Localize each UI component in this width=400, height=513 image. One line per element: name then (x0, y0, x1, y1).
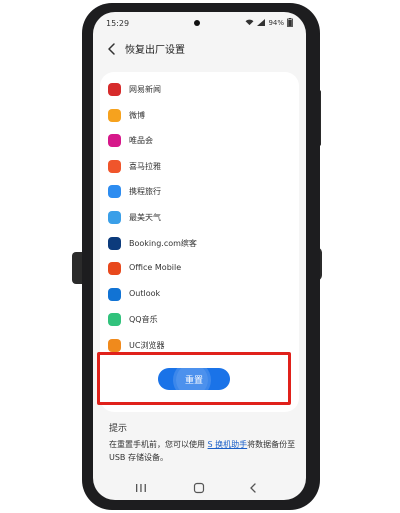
app-list-item: Office Mobile (100, 259, 299, 279)
signal-icon (257, 19, 266, 26)
outlook-icon (108, 287, 121, 301)
app-name: QQ音乐 (129, 315, 158, 325)
weather-icon (108, 211, 121, 224)
back-button[interactable] (105, 41, 119, 57)
home-button[interactable] (191, 480, 207, 494)
weibo-icon (108, 108, 121, 122)
app-list-item: 喜马拉雅 (100, 157, 299, 177)
status-icons: 94% (245, 18, 293, 27)
front-camera (194, 20, 200, 26)
app-name: Office Mobile (129, 263, 182, 273)
app-list-item: QQ音乐 (100, 310, 299, 330)
chevron-left-icon (108, 43, 115, 55)
app-list-item: Booking.com缤客 (100, 234, 299, 254)
tips-title: 提示 (109, 424, 128, 434)
app-name: 网易新闻 (129, 85, 161, 94)
home-icon (193, 482, 205, 494)
wifi-icon (245, 19, 254, 26)
navigation-bar (93, 476, 306, 498)
booking-icon (108, 236, 121, 250)
ximalaya-icon (108, 159, 121, 173)
office-icon (108, 262, 121, 276)
app-name: Booking.com缤客 (129, 238, 197, 248)
status-bar: 15:29 94% (93, 12, 306, 34)
app-list-item: 网易新闻 (100, 80, 299, 100)
app-name: 唯品会 (129, 136, 153, 146)
netease-news-icon (108, 83, 121, 96)
vipshop-icon (108, 134, 121, 148)
app-name: 微博 (129, 110, 145, 120)
smart-switch-link[interactable]: S 换机助手 (208, 440, 248, 449)
battery-icon (287, 18, 293, 27)
battery-percentage: 94% (268, 18, 284, 27)
app-name: UC浏览器 (129, 341, 165, 350)
uc-browser-icon (108, 339, 121, 352)
recents-button[interactable] (133, 480, 149, 494)
status-time: 15:29 (106, 19, 130, 28)
app-list-item: 微博 (100, 106, 299, 126)
tips-text-before: 在重置手机前，您可以使用 (109, 440, 208, 449)
app-name: 喜马拉雅 (129, 161, 161, 171)
tips-text: 在重置手机前，您可以使用 S 换机助手将数据备份至 USB 存储设备。 (109, 438, 299, 464)
touch-indicator (176, 364, 208, 396)
screenshot-frame: 15:29 94% 恢复出厂设置 网易新闻 微博 唯品会 喜马拉雅 携程旅行 最… (0, 0, 400, 513)
qq-music-icon (108, 313, 121, 327)
back-nav-icon (250, 483, 256, 493)
app-list-item: Outlook (100, 285, 299, 305)
app-list-item: 携程旅行 (100, 182, 299, 202)
back-nav-button[interactable] (245, 480, 261, 494)
app-name: Outlook (129, 288, 161, 298)
app-name: 携程旅行 (129, 187, 161, 197)
app-list-item: 最美天气 (100, 208, 299, 228)
page-title: 恢复出厂设置 (125, 45, 185, 56)
app-name: 最美天气 (129, 213, 161, 222)
page-header: 恢复出厂设置 (93, 38, 306, 60)
ctrip-icon (108, 185, 121, 199)
recents-icon (136, 484, 146, 492)
app-list-item: 唯品会 (100, 131, 299, 151)
